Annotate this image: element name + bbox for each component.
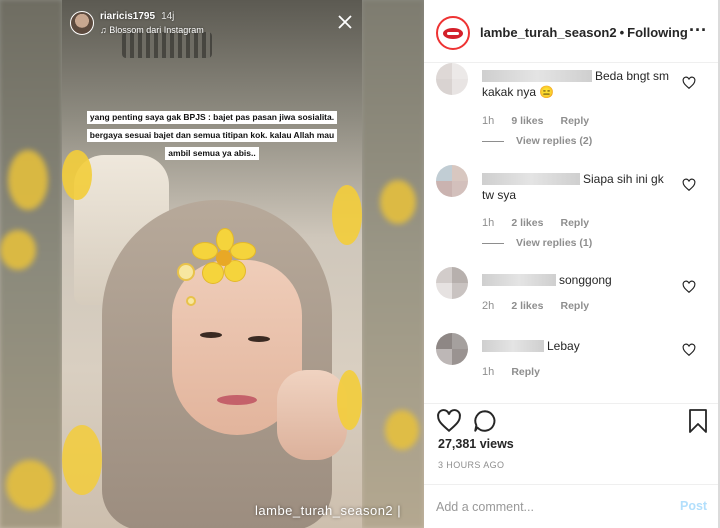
comment-text-row: songgong xyxy=(482,272,672,288)
profile-avatar[interactable] xyxy=(436,16,470,50)
view-replies-button[interactable]: View replies (1) xyxy=(482,237,592,249)
flower-filter xyxy=(192,228,262,294)
lips xyxy=(217,395,257,405)
comment-text: songgong xyxy=(559,273,612,287)
eye xyxy=(200,332,222,338)
flower-filter-edge xyxy=(62,425,102,495)
flower-filter-edge xyxy=(337,370,362,430)
comment-likes[interactable]: 2 likes xyxy=(511,300,543,312)
reply-button[interactable]: Reply xyxy=(561,217,590,229)
caption-line: ambil semua ya abis.. xyxy=(165,147,259,160)
lips-logo-icon xyxy=(443,28,463,39)
post-time-ago: 3 HOURS AGO xyxy=(438,460,505,470)
view-replies-label: View replies (2) xyxy=(516,135,593,147)
reply-button[interactable]: Reply xyxy=(511,366,540,378)
header-username[interactable]: lambe_turah_season2 xyxy=(480,25,617,40)
heart-icon[interactable] xyxy=(682,343,696,357)
blurred-flower xyxy=(6,460,54,510)
view-replies-button[interactable]: View replies (2) xyxy=(482,135,592,147)
header-user-line: lambe_turah_season2 • Following xyxy=(480,25,688,40)
hand xyxy=(277,370,347,460)
redacted-username xyxy=(482,173,580,185)
reply-button[interactable]: Reply xyxy=(561,115,590,127)
reply-button[interactable]: Reply xyxy=(561,300,590,312)
comment-avatar[interactable] xyxy=(436,267,468,299)
heart-icon[interactable] xyxy=(682,76,696,90)
comment-likes[interactable]: 9 likes xyxy=(511,115,543,127)
redacted-username xyxy=(482,70,592,82)
comment-text-row: Beda bngt sm kakak nya 😑 xyxy=(482,68,672,100)
post-header: lambe_turah_season2 • Following ··· xyxy=(424,0,720,63)
post-actions: 27,381 views 3 HOURS AGO Post xyxy=(424,403,720,528)
comment-meta: 2h 2 likes Reply xyxy=(482,300,603,312)
comment-bubble-icon[interactable] xyxy=(472,408,498,434)
comment-text-row: Lebay xyxy=(482,338,672,354)
blurred-background-right xyxy=(362,0,424,528)
music-icon: ♫ xyxy=(100,25,107,35)
eye xyxy=(248,336,270,342)
replies-dash xyxy=(482,242,504,244)
comment-time: 2h xyxy=(482,300,495,312)
flower-filter-edge xyxy=(332,185,362,245)
redacted-username xyxy=(482,340,544,352)
view-replies-label: View replies (1) xyxy=(516,237,593,249)
comment-text-row: Siapa sih ini gk tw sya xyxy=(482,171,672,203)
comment-time: 1h xyxy=(482,217,495,229)
comment-avatar[interactable] xyxy=(436,165,468,197)
separator-dot: • xyxy=(619,25,625,40)
comment-avatar[interactable] xyxy=(436,63,468,95)
blurred-flower xyxy=(385,410,419,450)
redacted-username xyxy=(482,274,556,286)
caption-line: bergaya sesuai bajet dan semua titipan k… xyxy=(86,129,338,142)
blurred-flower xyxy=(8,150,48,210)
story-username[interactable]: riaricis1795 xyxy=(100,11,155,22)
views-count[interactable]: 27,381 views xyxy=(438,437,514,451)
story-user-line: riaricis1795 14j xyxy=(100,11,174,22)
small-flower-filter xyxy=(186,296,196,306)
watermark: lambe_turah_season2 | xyxy=(255,503,402,518)
comment-meta: 1h 9 likes Reply xyxy=(482,115,603,127)
bookmark-icon[interactable] xyxy=(686,408,710,434)
comment-time: 1h xyxy=(482,366,495,378)
comment-text: Lebay xyxy=(547,339,580,353)
blurred-flower xyxy=(380,180,416,224)
comment-meta: 1h Reply xyxy=(482,366,554,378)
small-flower-filter xyxy=(177,263,195,281)
close-icon[interactable] xyxy=(337,14,353,30)
story-time: 14j xyxy=(161,11,175,22)
story-frame: riaricis1795 14j ♫ Blossom dari Instagram… xyxy=(62,0,362,528)
story-music-text: Blossom dari Instagram xyxy=(109,25,204,35)
heart-outline-icon[interactable] xyxy=(436,408,462,434)
blurred-flower xyxy=(0,230,36,270)
story-header: riaricis1795 14j ♫ Blossom dari Instagram xyxy=(62,0,362,40)
heart-icon[interactable] xyxy=(682,280,696,294)
comment-avatar[interactable] xyxy=(436,333,468,365)
caption-line: yang penting saya gak BPJS : bajet pas p… xyxy=(86,111,338,124)
story-caption: yang penting saya gak BPJS : bajet pas p… xyxy=(72,107,352,161)
post-panel: lambe_turah_season2 • Following ··· Beda b… xyxy=(424,0,720,528)
heart-icon[interactable] xyxy=(682,178,696,192)
comment-time: 1h xyxy=(482,115,495,127)
following-button[interactable]: Following xyxy=(627,25,688,40)
story-music-label[interactable]: ♫ Blossom dari Instagram xyxy=(100,25,204,35)
more-icon[interactable]: ··· xyxy=(688,21,708,42)
post-button[interactable]: Post xyxy=(680,499,707,513)
story-avatar[interactable] xyxy=(70,11,94,35)
comment-likes[interactable]: 2 likes xyxy=(511,217,543,229)
comment-input[interactable] xyxy=(436,497,666,517)
replies-dash xyxy=(482,140,504,142)
story-video-media[interactable]: riaricis1795 14j ♫ Blossom dari Instagram… xyxy=(0,0,424,528)
add-comment-bar: Post xyxy=(424,484,720,528)
comments-list[interactable]: Beda bngt sm kakak nya 😑 1h 9 likes Repl… xyxy=(424,63,720,403)
comment-meta: 1h 2 likes Reply xyxy=(482,217,603,229)
